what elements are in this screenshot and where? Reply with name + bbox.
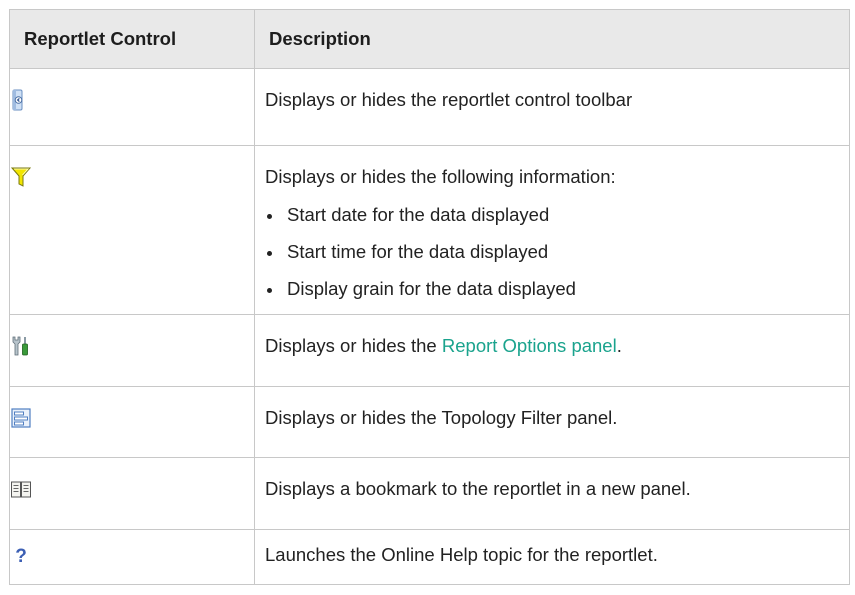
control-icon-cell: ?	[9, 529, 255, 585]
filter-funnel-icon	[10, 167, 32, 187]
description-text: Displays a bookmark to the reportlet in …	[265, 478, 691, 499]
info-bullet-list: Start date for the data displayed Start …	[265, 203, 849, 301]
description-cell: Displays or hides the Topology Filter pa…	[254, 386, 850, 458]
list-item: Start time for the data displayed	[265, 240, 849, 264]
control-icon-cell	[9, 457, 255, 530]
svg-text:?: ?	[15, 546, 27, 566]
description-cell: Displays or hides the reportlet control …	[254, 68, 850, 146]
table-row: Displays or hides the Topology Filter pa…	[9, 386, 850, 458]
table-row: Displays a bookmark to the reportlet in …	[9, 457, 850, 530]
description-text-end: .	[616, 335, 622, 356]
list-item: Display grain for the data displayed	[265, 277, 849, 301]
description-text: Displays or hides the following informat…	[265, 166, 616, 187]
control-icon-cell	[9, 314, 255, 387]
reportlet-controls-table: Reportlet Control Description Displays o…	[9, 9, 850, 585]
table-header-row: Reportlet Control Description	[9, 9, 850, 69]
description-text: Displays or hides the reportlet control …	[265, 89, 633, 110]
table-row: Displays or hides the reportlet control …	[9, 68, 850, 146]
help-question-icon: ?	[15, 546, 27, 566]
table-row: ? Launches the Online Help topic for the…	[9, 529, 850, 585]
report-options-panel-link[interactable]: Report Options panel	[442, 335, 617, 356]
list-item: Start date for the data displayed	[265, 203, 849, 227]
control-icon-cell	[9, 386, 255, 458]
table-row: Displays or hides the Report Options pan…	[9, 314, 850, 387]
description-cell: Displays or hides the following informat…	[254, 145, 850, 315]
description-text: Displays or hides the	[265, 335, 442, 356]
description-cell: Displays a bookmark to the reportlet in …	[254, 457, 850, 530]
bookmark-book-icon	[11, 481, 31, 498]
control-icon-cell	[9, 68, 255, 146]
description-text: Displays or hides the Topology Filter pa…	[265, 407, 618, 428]
description-cell: Launches the Online Help topic for the r…	[254, 529, 850, 585]
toolbar-toggle-icon	[12, 89, 23, 111]
description-text: Launches the Online Help topic for the r…	[265, 544, 658, 565]
header-reportlet-control: Reportlet Control	[9, 9, 255, 69]
description-cell: Displays or hides the Report Options pan…	[254, 314, 850, 387]
topology-filter-icon	[11, 408, 31, 428]
report-options-tools-icon	[12, 336, 28, 356]
control-icon-cell	[9, 145, 255, 315]
table-row: Displays or hides the following informat…	[9, 145, 850, 315]
header-description: Description	[254, 9, 850, 69]
